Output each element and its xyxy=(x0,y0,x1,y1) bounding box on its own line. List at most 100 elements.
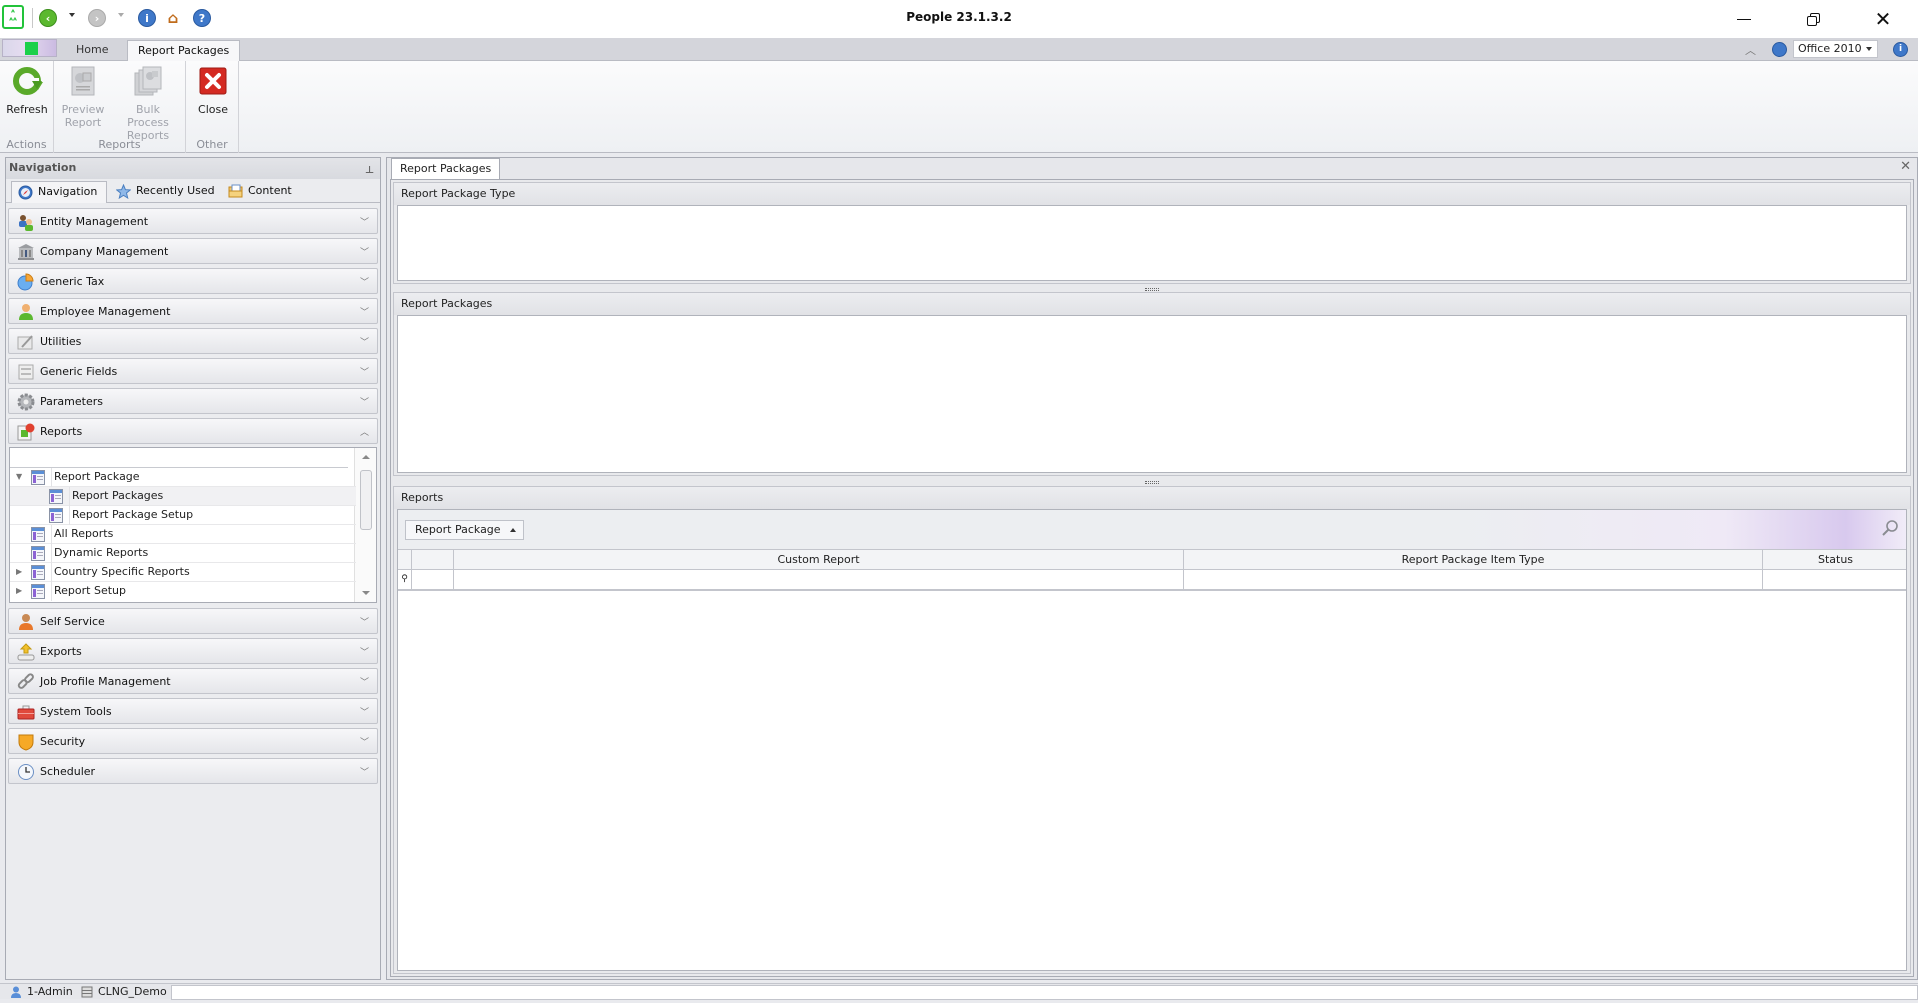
tree-gridline xyxy=(51,582,52,601)
nav-group-system-tools[interactable]: System Tools ﹀ xyxy=(8,698,378,724)
pin-icon[interactable]: ⊥ xyxy=(365,161,374,181)
column-header-report-package-item-type[interactable]: Report Package Item Type xyxy=(1184,550,1763,570)
nav-group-entity-management[interactable]: Entity Management ﹀ xyxy=(8,208,378,234)
close-button[interactable]: Close xyxy=(190,65,236,116)
tree-search-input[interactable] xyxy=(10,448,348,468)
preview-report-button[interactable]: Preview Report xyxy=(60,65,106,129)
forward-history-dropdown[interactable] xyxy=(118,13,124,17)
document-area: Report Packages ✕ Report Package Type Re… xyxy=(386,157,1918,980)
info-icon[interactable]: i xyxy=(138,9,156,27)
nav-group-job-profile-management[interactable]: Job Profile Management ﹀ xyxy=(8,668,378,694)
tab-report-packages[interactable]: Report Packages xyxy=(127,40,241,61)
theme-select[interactable]: Office 2010 xyxy=(1793,40,1878,58)
chevron-down-icon xyxy=(1866,47,1872,51)
document-tab-report-packages[interactable]: Report Packages xyxy=(391,158,501,179)
nav-group-security[interactable]: Security ﹀ xyxy=(8,728,378,754)
tab-home[interactable]: Home xyxy=(66,40,118,61)
group-by-report-package-chip[interactable]: Report Package xyxy=(405,520,524,540)
nav-group-scheduler[interactable]: Scheduler ﹀ xyxy=(8,758,378,784)
forward-icon[interactable]: › xyxy=(88,9,106,27)
application-menu-button[interactable] xyxy=(2,39,57,57)
tree-scrollbar[interactable] xyxy=(354,448,376,602)
tree-item-report-setup[interactable]: ▶ Report Setup xyxy=(10,582,356,601)
nav-group-exports[interactable]: Exports ﹀ xyxy=(8,638,378,664)
chevron-down-icon: ﹀ xyxy=(359,338,369,348)
chevron-down-icon: ﹀ xyxy=(359,648,369,658)
close-window-button[interactable]: ✕ xyxy=(1860,0,1906,38)
tree-item-report-package[interactable]: ▼ Report Package xyxy=(10,468,356,487)
report-packages-section: Report Packages xyxy=(393,292,1911,476)
filter-cell-status[interactable] xyxy=(1763,570,1908,590)
tree-item-label: Report Package xyxy=(54,470,140,483)
nav-tab-content[interactable]: Content xyxy=(222,181,302,203)
back-icon[interactable]: ‹ xyxy=(39,9,57,27)
nav-tab-recently-used[interactable]: Recently Used xyxy=(110,181,218,203)
chevron-down-icon: ﹀ xyxy=(359,218,369,228)
minimize-button[interactable] xyxy=(1721,0,1767,38)
quick-access-separator xyxy=(32,8,33,28)
tree-item-all-reports[interactable]: All Reports xyxy=(10,525,356,544)
tree-item-report-package-setup[interactable]: Report Package Setup xyxy=(10,506,356,525)
nav-group-reports[interactable]: Reports ︿ xyxy=(8,418,378,444)
scroll-up-icon[interactable] xyxy=(362,455,370,459)
star-icon xyxy=(115,183,132,200)
nav-tab-navigation[interactable]: Navigation xyxy=(11,181,107,203)
app-menu-icon xyxy=(25,42,38,55)
filter-cell-custom-report[interactable] xyxy=(454,570,1184,590)
self-service-icon xyxy=(17,613,35,631)
nav-group-label: Exports xyxy=(40,645,82,658)
collapsed-icon[interactable]: ▶ xyxy=(16,563,26,581)
home-icon[interactable]: ⌂ xyxy=(164,9,182,27)
fields-icon xyxy=(17,363,35,381)
nav-group-label: Employee Management xyxy=(40,305,171,318)
nav-group-company-management[interactable]: Company Management ﹀ xyxy=(8,238,378,264)
bulk-process-reports-button[interactable]: Bulk Process Reports xyxy=(114,65,182,142)
expanded-icon[interactable]: ▼ xyxy=(16,468,26,486)
column-header-custom-report[interactable]: Custom Report xyxy=(454,550,1184,570)
restore-button[interactable] xyxy=(1790,0,1836,38)
tree-item-country-specific-reports[interactable]: ▶ Country Specific Reports xyxy=(10,563,356,582)
nav-group-label: Generic Tax xyxy=(40,275,105,288)
collapsed-icon[interactable]: ▶ xyxy=(16,582,26,600)
nav-group-generic-fields[interactable]: Generic Fields ﹀ xyxy=(8,358,378,384)
tree-gridline xyxy=(51,525,52,544)
group-label-actions: Actions xyxy=(6,138,47,151)
report-item-icon xyxy=(49,489,63,504)
close-document-icon[interactable]: ✕ xyxy=(1900,159,1911,174)
nav-group-employee-management[interactable]: Employee Management ﹀ xyxy=(8,298,378,324)
shield-icon xyxy=(17,733,35,751)
nav-group-label: Parameters xyxy=(40,395,103,408)
tree-gridline xyxy=(69,487,70,506)
nav-group-generic-tax[interactable]: Generic Tax ﹀ xyxy=(8,268,378,294)
tree-item-label: Report Setup xyxy=(54,584,126,597)
report-packages-list[interactable] xyxy=(397,315,1907,473)
about-info-icon[interactable]: i xyxy=(1893,42,1908,57)
scroll-down-icon[interactable] xyxy=(362,591,370,595)
back-history-dropdown[interactable] xyxy=(69,13,75,17)
chevron-down-icon: ﹀ xyxy=(359,678,369,688)
gear-icon xyxy=(17,393,35,411)
report-package-type-list[interactable] xyxy=(397,205,1907,281)
chevron-down-icon: ﹀ xyxy=(359,308,369,318)
nav-group-self-service[interactable]: Self Service ﹀ xyxy=(8,608,378,634)
ribbon: Refresh Actions Preview Report Bulk Proc… xyxy=(0,61,1918,153)
help-icon[interactable]: ? xyxy=(193,9,211,27)
chevron-down-icon: ﹀ xyxy=(359,768,369,778)
tree-item-report-packages[interactable]: Report Packages xyxy=(10,487,356,506)
app-logo-icon[interactable]: ᴬ ᴬᴬ xyxy=(2,5,24,29)
preview-report-label-1: Preview xyxy=(61,103,105,116)
nav-group-parameters[interactable]: Parameters ﹀ xyxy=(8,388,378,414)
row-indicator-header xyxy=(398,550,412,570)
column-header-status[interactable]: Status xyxy=(1763,550,1908,570)
title-bar: ᴬ ᴬᴬ ‹ › i ⌂ ? People 23.1.3.2 ✕ xyxy=(0,0,1918,38)
tree-item-dynamic-reports[interactable]: Dynamic Reports xyxy=(10,544,356,563)
filter-cell-item-type[interactable] xyxy=(1184,570,1763,590)
nav-group-utilities[interactable]: Utilities ﹀ xyxy=(8,328,378,354)
chevron-down-icon: ﹀ xyxy=(359,368,369,378)
status-database-label: CLNG_Demo xyxy=(98,985,167,998)
refresh-button[interactable]: Refresh xyxy=(4,65,50,116)
minimize-ribbon-icon[interactable]: ︿ xyxy=(1745,42,1756,58)
tree-scrollbar-thumb[interactable] xyxy=(360,470,372,530)
find-panel-search-icon[interactable] xyxy=(1880,518,1900,538)
tree-item-label: Dynamic Reports xyxy=(54,546,149,559)
